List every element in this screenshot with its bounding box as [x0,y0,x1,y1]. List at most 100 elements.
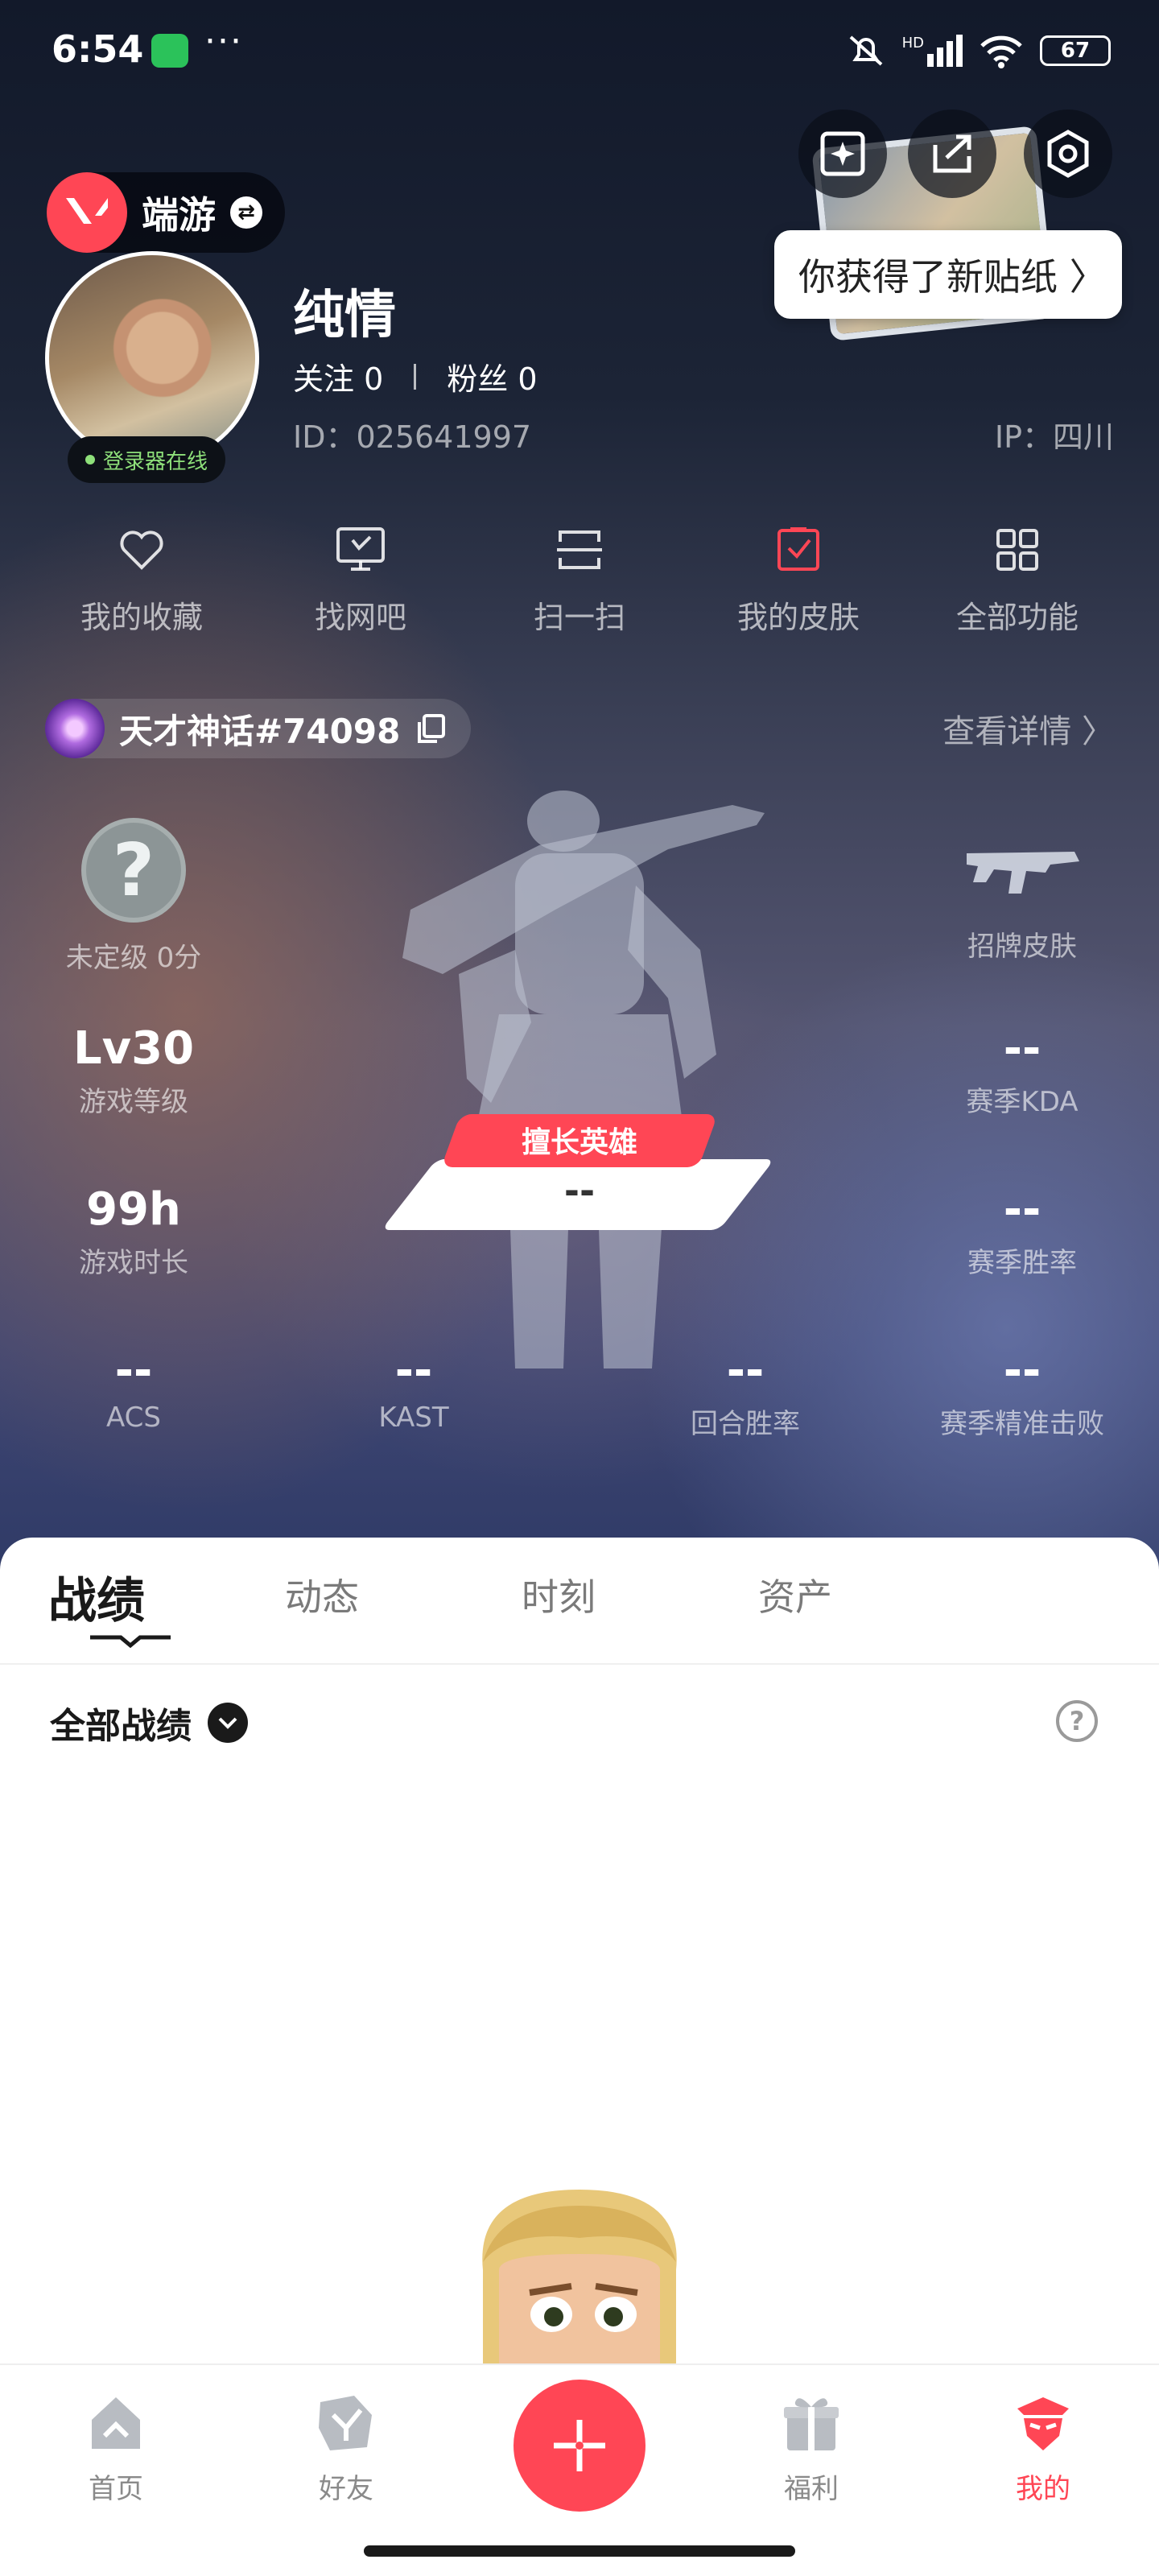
game-switch-chip[interactable]: 端游 ⇄ [47,172,285,253]
nav-me[interactable]: 我的 [963,2391,1124,2506]
online-status-badge: 登录器在线 [68,436,226,483]
user-id: ID：025641997 [293,419,532,455]
view-details-link[interactable]: 查看详情 〉 [942,705,1114,752]
nav-home[interactable]: 首页 [35,2391,196,2506]
headshot-value: -- [1003,1344,1041,1397]
help-icon[interactable]: ? [1056,1700,1098,1742]
rank-label: 未定级 0分 [65,942,202,974]
gift-icon [784,2398,839,2450]
wifi-icon [980,35,1022,68]
signature-skin-label: 招牌皮肤 [967,931,1077,963]
quick-action-row: 我的收藏 找网吧 扫一扫 我的皮肤 全部功能 [32,522,1127,637]
fans-count[interactable]: 粉丝 0 [447,354,537,398]
nav-home-label: 首页 [89,2473,143,2505]
winrate-value: -- [1003,1183,1041,1236]
quick-action-all-features[interactable]: 全部功能 [908,522,1127,637]
friends-icon [319,2396,372,2450]
share-button[interactable] [908,109,996,198]
avatar[interactable] [45,251,259,465]
quick-action-label: 我的收藏 [80,600,203,635]
records-filter-dropdown[interactable]: 全部战绩 [50,1697,248,1748]
riot-id-chip[interactable]: 天才神话#74098 [45,699,472,758]
new-sticker-toast[interactable]: 你获得了新贴纸 〉 [774,230,1122,319]
headshot-stat: -- 赛季精准击败 [918,1344,1127,1441]
status-icons: HD 67 [846,31,1111,71]
home-gesture-bar[interactable] [364,2545,795,2557]
winrate-stat: -- 赛季胜率 [918,1183,1127,1280]
mascot-character-image [482,2190,677,2367]
level-stat: Lv30 游戏等级 [29,1022,238,1119]
round-winrate-stat: -- 回合胜率 [641,1344,850,1441]
wechat-notification-icon [151,34,188,68]
playtime-value: 99h [86,1183,181,1236]
best-hero-tag-label: 擅长英雄 [521,1126,637,1159]
level-value: Lv30 [72,1022,195,1075]
ai-sparkle-button[interactable] [798,109,887,198]
share-icon [933,134,971,173]
kda-value: -- [1003,1022,1041,1075]
game-tag-label: 端游 [142,193,216,237]
playtime-label: 游戏时长 [79,1247,188,1279]
more-notifications-icon: ··· [204,21,243,62]
filter-label: 全部战绩 [50,1706,192,1747]
profile-icon [1017,2397,1069,2450]
gun-skin-icon [967,852,1079,894]
tab-posts[interactable]: 动态 [285,1562,522,1632]
chevron-down-icon [208,1703,248,1743]
winrate-label: 赛季胜率 [967,1247,1077,1279]
unranked-question-icon: ? [81,818,186,923]
ip-location: IP：四川 [994,419,1114,455]
quick-action-favorites[interactable]: 我的收藏 [32,522,251,637]
riot-id: 天才神话#74098 [119,711,401,751]
acs-label: ACS [106,1402,161,1434]
rank-stat[interactable]: ? 未定级 0分 [29,818,238,975]
home-icon [92,2397,140,2449]
round-winrate-label: 回合胜率 [691,1408,800,1440]
nav-friends[interactable]: 好友 [266,2391,427,2506]
headshot-label: 赛季精准击败 [940,1408,1104,1440]
battery-indicator: 67 [1040,35,1111,66]
nav-friends-label: 好友 [319,2473,373,2505]
plus-icon [554,2420,605,2471]
swap-icon: ⇄ [230,196,262,229]
quick-action-label: 找网吧 [314,600,406,635]
nickname: 纯情 [293,286,396,345]
level-label: 游戏等级 [79,1086,188,1118]
kast-label: KAST [378,1402,449,1434]
signature-skin-stat[interactable]: 招牌皮肤 [918,837,1127,964]
acs-value: -- [114,1344,153,1397]
agent-silhouette-image [402,791,765,1368]
grid-icon [989,522,1046,578]
follow-divider [414,363,417,390]
rank-emblem-icon [45,699,105,758]
monitor-icon [332,522,389,578]
quick-action-label: 全部功能 [955,600,1079,635]
tab-assets[interactable]: 资产 [758,1562,995,1632]
nav-welfare-label: 福利 [784,2473,839,2505]
best-hero-value: -- [563,1169,596,1212]
heart-icon [113,522,170,578]
following-count[interactable]: 关注 0 [293,354,383,398]
nav-welfare[interactable]: 福利 [731,2391,892,2506]
playtime-stat: 99h 游戏时长 [29,1183,238,1280]
scan-icon [551,522,608,578]
tab-divider [0,1663,1159,1665]
hd-label: HD [901,35,924,52]
sparkle-frame-icon [820,131,865,176]
signal-icon: HD [902,35,963,67]
quick-action-label: 扫一扫 [533,600,625,635]
quick-action-find-netcafe[interactable]: 找网吧 [251,522,470,637]
acs-stat: -- ACS [29,1344,238,1434]
status-time: 6:54 [52,27,144,71]
quick-action-my-skins[interactable]: 我的皮肤 [689,522,908,637]
kast-stat: -- KAST [309,1344,518,1434]
tab-moments[interactable]: 时刻 [522,1562,758,1632]
tab-records[interactable]: 战绩 [48,1562,285,1632]
active-tab-indicator [90,1635,171,1649]
kda-stat: -- 赛季KDA [918,1022,1127,1119]
create-post-button[interactable] [514,2380,645,2512]
quick-action-scan[interactable]: 扫一扫 [470,522,689,637]
online-dot-icon [85,455,95,464]
copy-icon[interactable] [415,712,447,745]
settings-button[interactable] [1024,109,1112,198]
